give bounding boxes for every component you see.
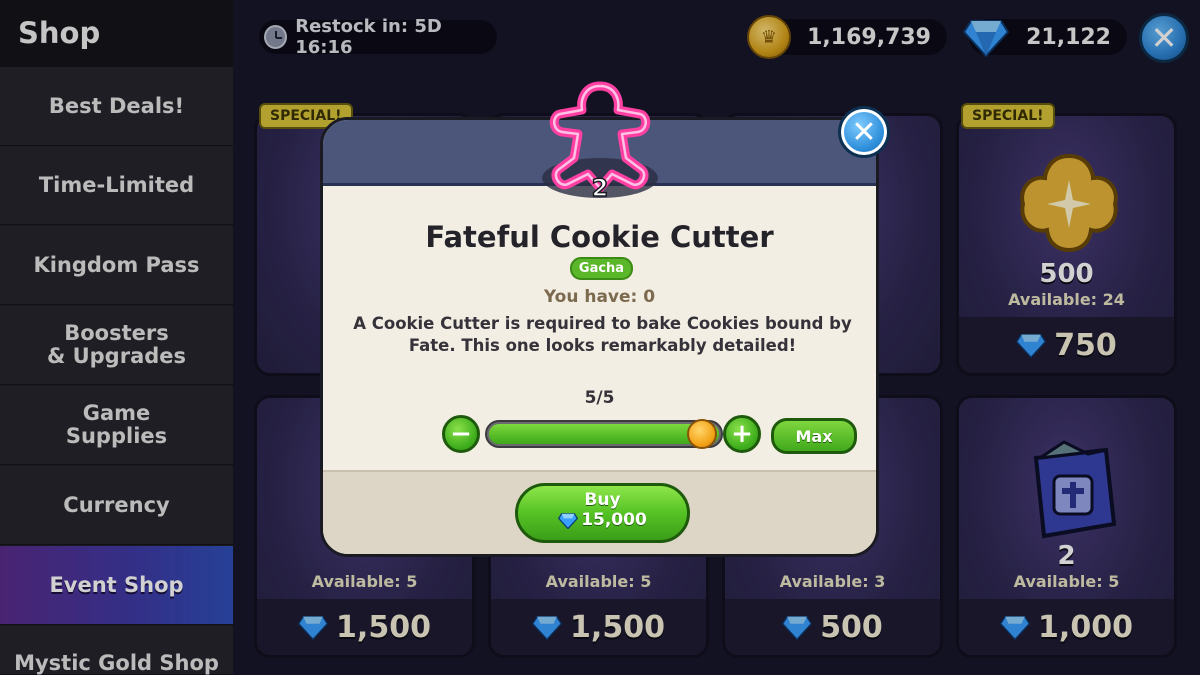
minus-icon: −: [450, 419, 472, 449]
slider-handle[interactable]: [687, 419, 717, 449]
cookie-cutter-icon: 2: [540, 78, 660, 208]
gacha-badge: Gacha: [570, 257, 633, 280]
cutter-count: 2: [592, 174, 609, 202]
modal-title: Fateful Cookie Cutter: [425, 220, 774, 254]
plus-icon: +: [731, 419, 753, 449]
max-button[interactable]: Max: [771, 418, 857, 454]
gingerbread-cutter-icon: 2: [542, 81, 658, 203]
max-label: Max: [795, 426, 833, 446]
decrease-button[interactable]: −: [442, 415, 480, 453]
buy-price: 15,000: [518, 510, 687, 530]
close-modal-button[interactable]: ✕: [838, 106, 890, 158]
buy-label: Buy: [584, 490, 621, 510]
purchase-count: 5/5: [584, 388, 615, 408]
slider-fill: [489, 424, 719, 444]
buy-price-amount: 15,000: [581, 510, 647, 530]
item-description: A Cookie Cutter is required to bake Cook…: [353, 314, 852, 355]
owned-count: You have: 0: [543, 287, 656, 307]
close-icon: ✕: [851, 114, 877, 150]
crystal-icon: [558, 512, 579, 529]
quantity-slider[interactable]: [485, 419, 723, 449]
buy-button[interactable]: Buy 15,000: [515, 483, 690, 543]
increase-button[interactable]: +: [723, 415, 761, 453]
